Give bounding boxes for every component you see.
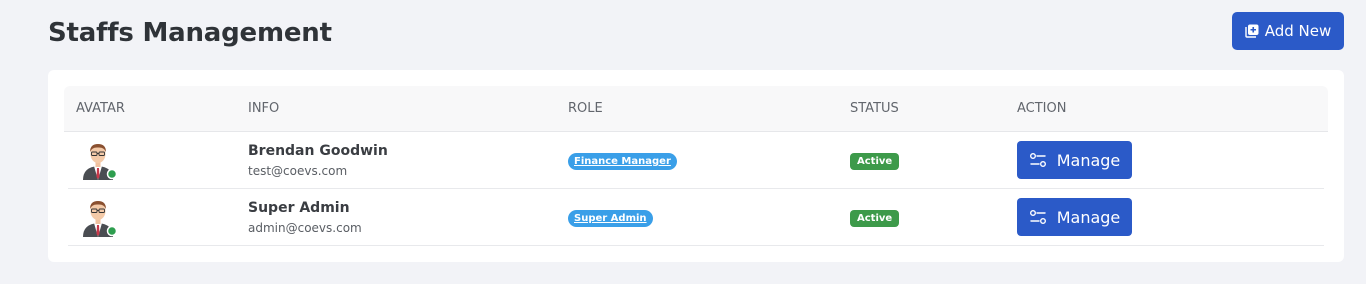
sliders-icon <box>1029 153 1046 167</box>
online-status-dot <box>106 225 118 237</box>
column-header-action: ACTION <box>1017 101 1067 116</box>
user-avatar-icon <box>83 144 118 180</box>
column-header-status: STATUS <box>850 101 899 116</box>
table-row: Super Admin admin@coevs.com Super Admin … <box>68 189 1324 246</box>
column-header-avatar: AVATAR <box>76 101 125 116</box>
manage-button[interactable]: Manage <box>1017 141 1132 179</box>
staff-email: test@coevs.com <box>248 164 348 178</box>
online-status-dot <box>106 168 118 180</box>
status-badge: Active <box>850 210 900 227</box>
table-row: Brendan Goodwin test@coevs.com Finance M… <box>68 132 1324 189</box>
add-new-button[interactable]: Add New <box>1232 12 1344 50</box>
add-new-label: Add New <box>1264 22 1332 40</box>
manage-label: Manage <box>1056 150 1121 170</box>
staff-name: Brendan Goodwin <box>248 143 388 159</box>
user-avatar-icon <box>83 201 118 237</box>
status-badge: Active <box>850 153 900 170</box>
sliders-icon <box>1029 210 1046 224</box>
page-title: Staffs Management <box>48 18 332 48</box>
manage-button[interactable]: Manage <box>1017 198 1132 236</box>
table-header: AVATAR INFO ROLE STATUS ACTION <box>64 86 1328 132</box>
role-badge[interactable]: Super Admin <box>568 210 653 227</box>
role-badge[interactable]: Finance Manager <box>568 153 677 170</box>
staff-table-card: AVATAR INFO ROLE STATUS ACTION Brendan G… <box>48 70 1344 262</box>
manage-label: Manage <box>1056 207 1121 227</box>
staff-email: admin@coevs.com <box>248 221 362 235</box>
staff-name: Super Admin <box>248 200 350 216</box>
column-header-info: INFO <box>248 101 280 116</box>
add-square-icon <box>1245 24 1259 38</box>
column-header-role: ROLE <box>568 101 603 116</box>
